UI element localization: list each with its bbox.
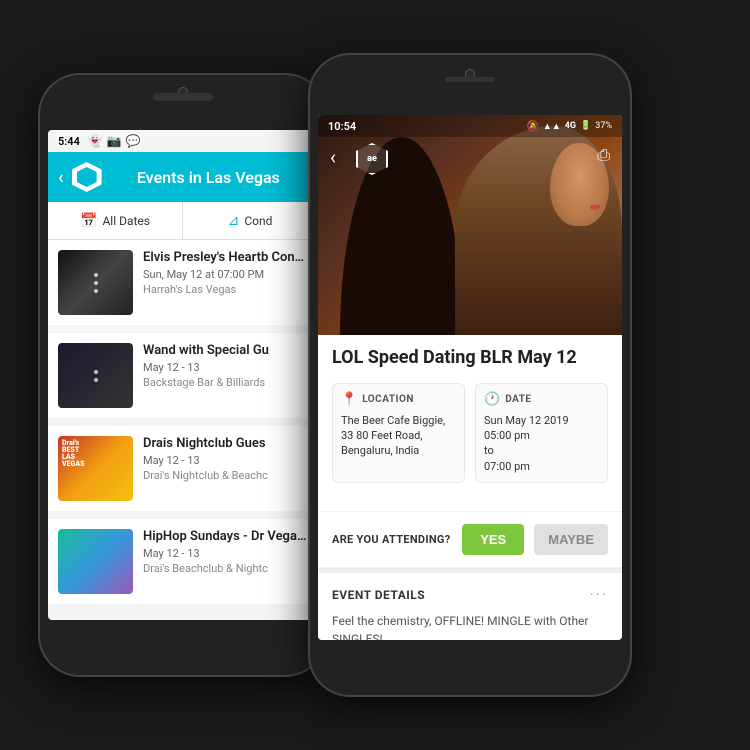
instagram-icon: 📷 <box>107 134 122 148</box>
event-thumb-3: Drai'sBESTLASVEGAS <box>58 436 133 501</box>
event-info-3: Drais Nightclub Gues May 12 - 13 Drai's … <box>143 436 307 482</box>
phone-back: 5:44 👻 📷 💬 ‹ Events in Las Vegas 📅 <box>40 75 325 675</box>
share-icon[interactable]: ⎙ <box>597 145 610 165</box>
nightclub-label: Drai'sBESTLASVEGAS <box>62 440 84 468</box>
mute-icon: 🔕 <box>526 121 538 132</box>
date-line2: 05:00 pm <box>484 429 530 442</box>
thumb-dots-1 <box>58 250 133 315</box>
event-list: Elvis Presley's Heartb Concert Sun, May … <box>48 240 317 604</box>
date-line3: to <box>484 444 494 457</box>
event-info-4: HipHop Sundays - Dr Vegas Guest List 5/1… <box>143 529 307 575</box>
date-value: Sun May 12 2019 05:00 pm to 07:00 pm <box>484 413 599 475</box>
event-title-4: HipHop Sundays - Dr Vegas Guest List 5/1 <box>143 529 307 544</box>
dot <box>94 281 98 285</box>
front-phone-screen: 10:54 🔕 ▲▲ 4G 🔋 37% <box>318 115 622 640</box>
location-value: The Beer Cafe Biggie, 33 80 Feet Road, B… <box>341 413 456 459</box>
person-smile <box>590 205 601 210</box>
location-card: 📍 LOCATION The Beer Cafe Biggie, 33 80 F… <box>332 383 465 484</box>
cond-filter[interactable]: ⊿ Cond <box>183 202 317 239</box>
filter-icon: ⊿ <box>228 213 240 229</box>
location-pin-icon: 📍 <box>341 392 357 407</box>
event-date-2: May 12 - 13 <box>143 361 307 374</box>
back-status-bar: 5:44 👻 📷 💬 <box>48 130 317 152</box>
back-status-time: 5:44 <box>58 135 80 148</box>
location-card-header: 📍 LOCATION <box>341 392 456 407</box>
filter-bar: 📅 All Dates ⊿ Cond <box>48 202 317 240</box>
event-details-header: EVENT DETAILS ··· <box>332 585 608 604</box>
back-logo-hex <box>72 162 102 192</box>
back-header-title: Events in Las Vegas <box>110 168 307 187</box>
snapchat-icon: 👻 <box>88 134 103 148</box>
dot <box>94 273 98 277</box>
event-venue-4: Drai's Beachclub & Nightc <box>143 562 307 575</box>
back-status-icons: 👻 📷 💬 <box>88 134 141 148</box>
event-date-1: Sun, May 12 at 07:00 PM <box>143 268 307 281</box>
front-status-bar: 10:54 🔕 ▲▲ 4G 🔋 37% <box>318 115 622 137</box>
front-phone-speaker <box>445 77 495 82</box>
message-icon: 💬 <box>126 134 141 148</box>
event-info-1: Elvis Presley's Heartb Concert Sun, May … <box>143 250 307 296</box>
front-status-time: 10:54 <box>328 120 356 133</box>
person-silhouette-left <box>333 137 470 335</box>
event-main-title: LOL Speed Dating BLR May 12 <box>332 347 608 369</box>
event-info-2: Wand with Special Gu May 12 - 13 Backsta… <box>143 343 307 389</box>
event-date-3: May 12 - 13 <box>143 454 307 467</box>
thumb-dots-2 <box>58 343 133 408</box>
event-details-text: Feel the chemistry, OFFLINE! MINGLE with… <box>332 612 608 640</box>
date-card-header: 🕐 DATE <box>484 392 599 407</box>
date-filter-label: All Dates <box>102 214 150 228</box>
back-phone-screen: 5:44 👻 📷 💬 ‹ Events in Las Vegas 📅 <box>48 130 317 620</box>
location-label: LOCATION <box>362 394 414 405</box>
dot <box>94 289 98 293</box>
back-logo-hex-inner <box>77 167 97 187</box>
date-line4: 07:00 pm <box>484 460 530 473</box>
phone-front: 10:54 🔕 ▲▲ 4G 🔋 37% <box>310 55 630 695</box>
list-item[interactable]: Wand with Special Gu May 12 - 13 Backsta… <box>48 333 317 418</box>
calendar-icon: 📅 <box>80 213 97 229</box>
back-header: ‹ Events in Las Vegas <box>48 152 317 202</box>
battery-icon: 🔋 <box>580 121 591 131</box>
list-item[interactable]: Elvis Presley's Heartb Concert Sun, May … <box>48 240 317 325</box>
event-date-4: May 12 - 13 <box>143 547 307 560</box>
list-item[interactable]: Drai'sBESTLASVEGAS Drais Nightclub Gues … <box>48 426 317 511</box>
event-title-3: Drais Nightclub Gues <box>143 436 307 451</box>
network-type-label: 4G <box>565 121 576 131</box>
battery-level-label: 37% <box>595 121 612 131</box>
dot <box>94 378 98 382</box>
back-arrow-icon[interactable]: ‹ <box>58 167 64 188</box>
event-thumb-4 <box>58 529 133 594</box>
event-venue-1: Harrah's Las Vegas <box>143 283 307 296</box>
list-item[interactable]: HipHop Sundays - Dr Vegas Guest List 5/1… <box>48 519 317 604</box>
signal-bars-icon: ▲▲ <box>543 121 561 132</box>
front-status-right: 🔕 ▲▲ 4G 🔋 37% <box>526 121 612 132</box>
date-card: 🕐 DATE Sun May 12 2019 05:00 pm to 07:00… <box>475 383 608 484</box>
event-title-2: Wand with Special Gu <box>143 343 307 358</box>
event-venue-2: Backstage Bar & Billiards <box>143 376 307 389</box>
date-line1: Sun May 12 2019 <box>484 414 569 427</box>
yes-button[interactable]: YES <box>462 524 524 555</box>
dot <box>94 370 98 374</box>
info-grid: 📍 LOCATION The Beer Cafe Biggie, 33 80 F… <box>332 383 608 484</box>
date-label: DATE <box>505 394 531 405</box>
event-venue-3: Drai's Nightclub & Beachc <box>143 469 307 482</box>
event-detail-content: LOL Speed Dating BLR May 12 📍 LOCATION T… <box>318 335 622 511</box>
event-details-heading: EVENT DETAILS <box>332 588 425 602</box>
event-thumb-2 <box>58 343 133 408</box>
event-thumb-1 <box>58 250 133 315</box>
phones-container: 5:44 👻 📷 💬 ‹ Events in Las Vegas 📅 <box>0 0 750 750</box>
cond-filter-label: Cond <box>244 214 272 228</box>
back-phone-notch <box>153 93 213 101</box>
event-title-1: Elvis Presley's Heartb Concert <box>143 250 307 265</box>
date-filter[interactable]: 📅 All Dates <box>48 202 183 239</box>
hero-back-arrow-icon[interactable]: ‹ <box>330 145 336 169</box>
more-options-icon[interactable]: ··· <box>589 585 608 604</box>
maybe-button[interactable]: MAYBE <box>534 524 608 555</box>
clock-icon: 🕐 <box>484 392 500 407</box>
event-details-section: EVENT DETAILS ··· Feel the chemistry, OF… <box>318 567 622 640</box>
event-hero-image: 10:54 🔕 ▲▲ 4G 🔋 37% <box>318 115 622 335</box>
rsvp-question-label: ARE YOU ATTENDING? <box>332 533 452 546</box>
rsvp-section: ARE YOU ATTENDING? YES MAYBE <box>318 511 622 567</box>
